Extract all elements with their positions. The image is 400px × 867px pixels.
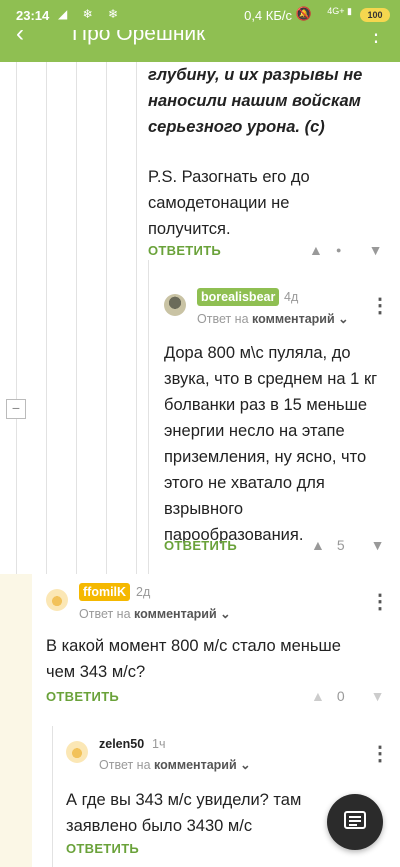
app-bar: ‹ Про Орешник ⋮ xyxy=(0,30,400,62)
comment-text: А где вы 343 м/с увидели? там заявлено б… xyxy=(66,791,302,835)
more-menu-button[interactable]: ⋮ xyxy=(366,30,386,47)
collapse-thread-button[interactable]: − xyxy=(6,399,26,419)
comment-menu-button[interactable]: ⋮ xyxy=(370,589,390,614)
comment-icon xyxy=(344,811,366,829)
parent-comment-link[interactable]: комментарий ⌄ xyxy=(154,758,251,772)
comment-age: 4д xyxy=(284,290,299,304)
comment-age: 2д xyxy=(136,585,151,599)
reply-button[interactable]: ОТВЕТИТЬ xyxy=(164,538,237,553)
back-button[interactable]: ‹ xyxy=(16,30,24,48)
notification-icons: ◢ ❄ ❄ xyxy=(58,7,125,21)
mute-icon: 🔕 xyxy=(295,6,312,21)
upvote-button[interactable]: ▲ xyxy=(309,242,323,258)
thread-guide-line xyxy=(46,62,47,574)
parent-comment-link[interactable]: комментарий ⌄ xyxy=(134,607,231,621)
thread-guide-line xyxy=(76,62,77,574)
reply-prefix: Ответ на xyxy=(197,312,249,326)
reply-to-label: Ответ на комментарий ⌄ xyxy=(99,757,251,772)
vote-controls: ▲ ● ▼ xyxy=(309,242,383,258)
username-badge[interactable]: ffomilK xyxy=(79,583,131,601)
comment-fab-button[interactable] xyxy=(327,794,383,850)
reply-to-label: Ответ на комментарий ⌄ xyxy=(79,606,231,621)
thread-highlight xyxy=(0,574,32,867)
reply-to-label: Ответ на комментарий ⌄ xyxy=(197,311,349,326)
downvote-button[interactable]: ▼ xyxy=(369,242,383,258)
downvote-button[interactable]: ▼ xyxy=(371,688,385,704)
thread-guide-line xyxy=(16,62,17,574)
network-speed: 0,4 КБ/с xyxy=(244,8,292,23)
comment-score: 0 xyxy=(336,688,345,704)
comment-quote-text: глубину, и их разрывы не наносили нашим … xyxy=(148,66,363,136)
signal-icon: 4G+ ▮ xyxy=(327,6,352,16)
upvote-button[interactable]: ▲ xyxy=(311,688,325,704)
downvote-button[interactable]: ▼ xyxy=(371,537,385,553)
thread-guide-line xyxy=(106,62,107,574)
thread-guide-line xyxy=(52,726,53,867)
vote-controls: ▲ 5 ▼ xyxy=(311,537,385,553)
comment-text: Дора 800 м\с пуляла, до звука, что в сре… xyxy=(164,344,378,544)
reply-prefix: Ответ на xyxy=(99,758,151,772)
reply-prefix: Ответ на xyxy=(79,607,131,621)
comment-menu-button[interactable]: ⋮ xyxy=(370,293,390,318)
upvote-button[interactable]: ▲ xyxy=(311,537,325,553)
thread-guide-line xyxy=(148,260,149,574)
thread-guide-line xyxy=(136,62,137,574)
status-bar: 23:14 ◢ ❄ ❄ 0,4 КБ/с 🔕 4G+ ▮ 100 xyxy=(0,0,400,30)
username-badge[interactable]: borealisbear xyxy=(197,288,280,306)
comment-ps-text: P.S. Разогнать его до самодетонации не п… xyxy=(148,168,310,238)
page-title: Про Орешник xyxy=(72,30,206,45)
vote-controls: ▲ 0 ▼ xyxy=(311,688,385,704)
username[interactable]: zelen50 xyxy=(99,737,144,751)
parent-comment-link[interactable]: комментарий ⌄ xyxy=(252,312,349,326)
battery-icon: 100 xyxy=(360,8,390,22)
avatar[interactable] xyxy=(164,294,186,316)
score-dot: ● xyxy=(336,245,342,255)
reply-button[interactable]: ОТВЕТИТЬ xyxy=(66,841,139,856)
comment-age: 1ч xyxy=(152,737,166,751)
comment-score: 5 xyxy=(336,537,345,553)
status-time: 23:14 xyxy=(16,8,50,23)
avatar[interactable] xyxy=(46,589,68,611)
comment-text: В какой момент 800 м/с стало меньше чем … xyxy=(46,637,341,681)
comment-menu-button[interactable]: ⋮ xyxy=(370,741,390,766)
avatar[interactable] xyxy=(66,741,88,763)
reply-button[interactable]: ОТВЕТИТЬ xyxy=(46,689,119,704)
reply-button[interactable]: ОТВЕТИТЬ xyxy=(148,243,221,258)
